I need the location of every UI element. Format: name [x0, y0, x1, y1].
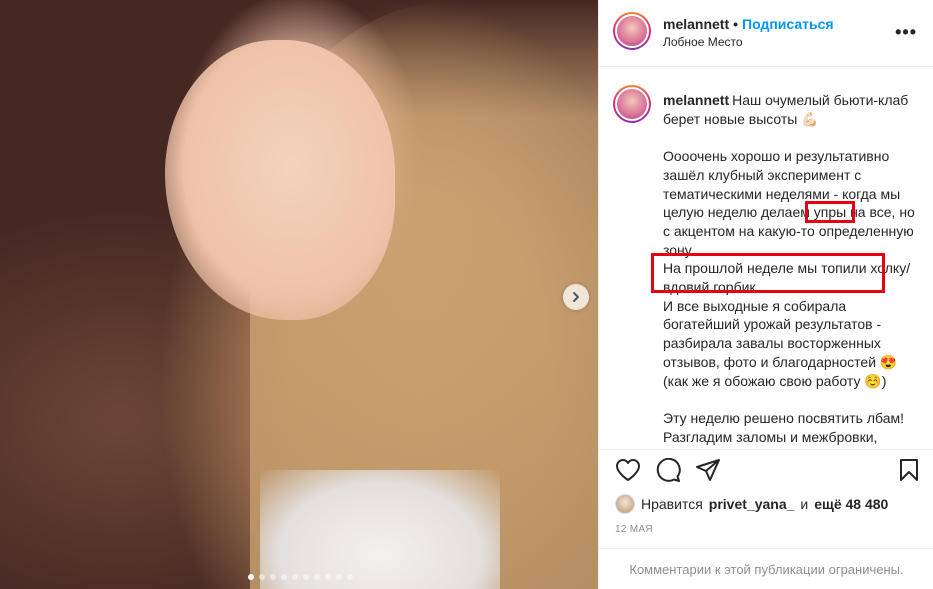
- separator-dot: •: [733, 16, 739, 32]
- heart-icon[interactable]: [615, 458, 641, 482]
- caption-avatar[interactable]: [613, 85, 651, 123]
- photo-face: [165, 40, 395, 320]
- likes-prefix: Нравится: [641, 496, 703, 512]
- carousel-dot: [292, 574, 298, 580]
- comments-area[interactable]: melannett Наш очумелый бьюти-клаб берет н…: [599, 67, 933, 449]
- carousel-dot: [347, 574, 353, 580]
- likes-and: и: [800, 496, 809, 512]
- location-link[interactable]: Лобное Место: [663, 35, 743, 49]
- follow-button[interactable]: Подписаться: [742, 16, 834, 32]
- carousel-dot: [325, 574, 331, 580]
- carousel-next-button[interactable]: [563, 284, 589, 310]
- photo-sweater: [260, 470, 500, 589]
- highlight-box-holka: [651, 253, 885, 293]
- carousel-dot: [314, 574, 320, 580]
- comment-icon[interactable]: [655, 458, 681, 482]
- chevron-right-icon: [573, 292, 579, 302]
- caption-username[interactable]: melannett: [663, 92, 729, 108]
- carousel-dot: [259, 574, 265, 580]
- carousel-dot: [281, 574, 287, 580]
- share-icon[interactable]: [695, 458, 721, 482]
- username-link[interactable]: melannett: [663, 16, 729, 32]
- post-header: melannett • Подписаться Лобное Место •••: [599, 0, 933, 67]
- liker-avatar[interactable]: [615, 494, 635, 514]
- carousel-dots: [248, 574, 353, 580]
- bookmark-icon[interactable]: [898, 458, 920, 482]
- liker-username[interactable]: privet_yana_: [709, 496, 795, 512]
- action-bar: [599, 449, 933, 489]
- carousel-dot: [270, 574, 276, 580]
- likes-line: Нравится privet_yana_ и ещё 48 480: [615, 494, 888, 514]
- carousel-dot: [336, 574, 342, 580]
- post-date[interactable]: 12 МАЯ: [615, 524, 653, 535]
- carousel-dot: [248, 574, 254, 580]
- post-photo[interactable]: [0, 0, 598, 589]
- more-options-icon[interactable]: •••: [895, 22, 917, 43]
- highlight-box-upry: [805, 201, 855, 223]
- post-side-panel: melannett • Подписаться Лобное Место •••…: [598, 0, 933, 589]
- comments-restricted-notice: Комментарии к этой публикации ограничены…: [599, 548, 933, 589]
- avatar[interactable]: [613, 12, 651, 50]
- likes-count-link[interactable]: ещё 48 480: [814, 496, 888, 512]
- carousel-dot: [303, 574, 309, 580]
